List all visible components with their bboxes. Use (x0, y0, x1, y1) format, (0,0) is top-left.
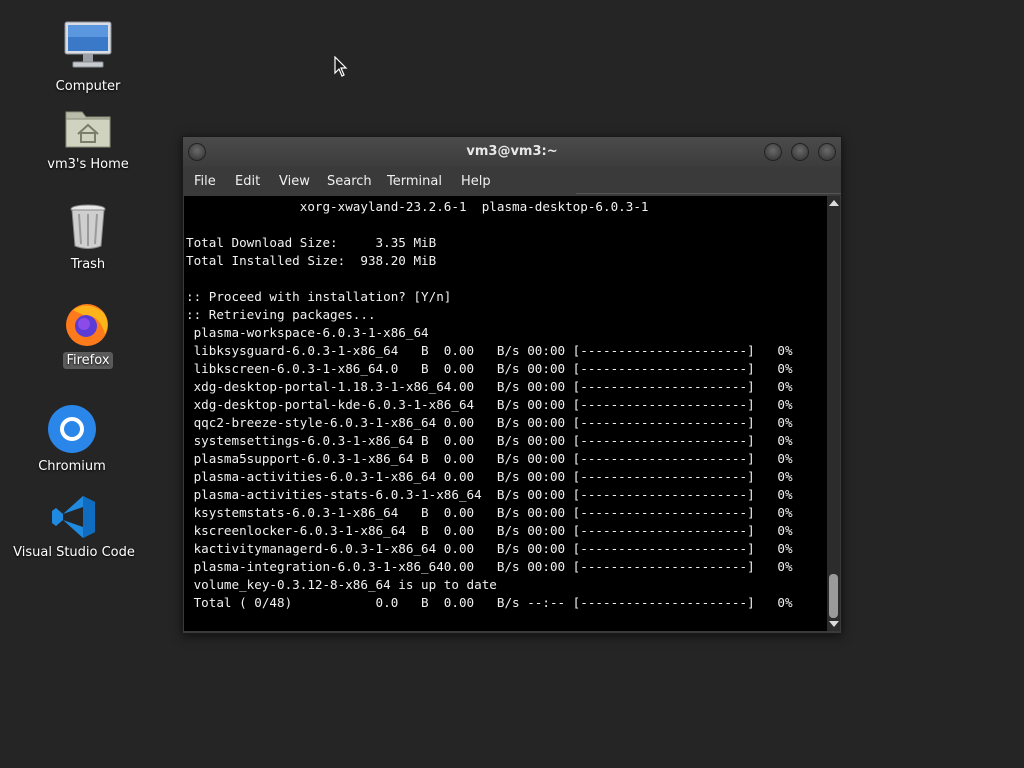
terminal-window[interactable]: vm3@vm3:~ File Edit View Search Terminal… (182, 136, 842, 634)
terminal-line: kactivitymanagerd-6.0.3-1-x86_64 0.00 B/… (186, 541, 793, 556)
terminal-line: plasma5support-6.0.3-1-x86_64 B 0.00 B/s… (186, 451, 793, 466)
desktop-icon-home[interactable]: vm3's Home (28, 102, 148, 173)
firefox-icon (66, 304, 108, 346)
desktop-icon-label: Chromium (38, 459, 106, 474)
desktop-icon-chromium[interactable]: Chromium (12, 404, 132, 475)
menu-view[interactable]: View (279, 174, 310, 189)
terminal-line: xdg-desktop-portal-1.18.3-1-x86_64.00 B/… (186, 379, 793, 394)
terminal-line: xorg-xwayland-23.2.6-1 plasma-desktop-6.… (186, 199, 649, 214)
terminal-line: :: Retrieving packages... (186, 307, 376, 322)
menu-file[interactable]: File (194, 174, 216, 189)
menu-terminal[interactable]: Terminal (387, 174, 442, 189)
scroll-up-arrow-icon[interactable] (829, 200, 839, 206)
terminal-line: ksystemstats-6.0.3-1-x86_64 B 0.00 B/s 0… (186, 505, 793, 520)
computer-icon (64, 21, 112, 68)
menu-edit[interactable]: Edit (235, 174, 260, 189)
close-button[interactable] (818, 143, 836, 161)
desktop-icon-label: Computer (55, 79, 121, 94)
terminal-line: Total ( 0/48) 0.0 B 0.00 B/s --:-- [----… (186, 595, 793, 610)
terminal-line: libksysguard-6.0.3-1-x86_64 B 0.00 B/s 0… (186, 343, 793, 358)
terminal-line: volume_key-0.3.12-8-x86_64 is up to date (186, 577, 497, 592)
desktop-icon-computer[interactable]: Computer (28, 20, 148, 95)
terminal-line: Total Download Size: 3.35 MiB (186, 235, 437, 250)
desktop-icon-firefox[interactable]: Firefox (28, 300, 148, 369)
mouse-pointer-icon (334, 56, 348, 77)
terminal-line: Total Installed Size: 938.20 MiB (186, 253, 437, 268)
menu-divider (576, 193, 841, 194)
vertical-scrollbar[interactable] (827, 196, 840, 631)
desktop-icon-label: Trash (70, 257, 106, 272)
desktop-icon-label: Firefox (63, 352, 113, 369)
home-folder-icon (65, 111, 111, 148)
terminal-line: kscreenlocker-6.0.3-1-x86_64 B 0.00 B/s … (186, 523, 793, 538)
terminal-line: plasma-integration-6.0.3-1-x86_640.00 B/… (186, 559, 793, 574)
window-titlebar[interactable]: vm3@vm3:~ (183, 137, 841, 167)
desktop-icon-trash[interactable]: Trash (28, 202, 148, 273)
minimize-button[interactable] (764, 143, 782, 161)
scroll-down-arrow-icon[interactable] (829, 621, 839, 627)
scrollbar-thumb[interactable] (829, 574, 838, 618)
desktop-icon-label: vm3's Home (47, 157, 129, 172)
menu-search[interactable]: Search (327, 174, 372, 189)
terminal-line: qqc2-breeze-style-6.0.3-1-x86_64 0.00 B/… (186, 415, 793, 430)
terminal-output[interactable]: xorg-xwayland-23.2.6-1 plasma-desktop-6.… (184, 196, 827, 631)
terminal-line: plasma-activities-6.0.3-1-x86_64 0.00 B/… (186, 469, 793, 484)
maximize-button[interactable] (791, 143, 809, 161)
terminal-line: xdg-desktop-portal-kde-6.0.3-1-x86_64 B/… (186, 397, 793, 412)
terminal-line: libkscreen-6.0.3-1-x86_64.0 B 0.00 B/s 0… (186, 361, 793, 376)
terminal-line: plasma-activities-stats-6.0.3-1-x86_64 B… (186, 487, 793, 502)
trash-icon (70, 204, 106, 249)
menu-bar: File Edit View Search Terminal Help (183, 167, 841, 195)
desktop-icon-label: Visual Studio Code (13, 545, 135, 560)
terminal-line: systemsettings-6.0.3-1-x86_64 B 0.00 B/s… (186, 433, 793, 448)
desktop-icon-vscode[interactable]: Visual Studio Code (13, 494, 135, 561)
window-title: vm3@vm3:~ (466, 144, 558, 159)
terminal-line: plasma-workspace-6.0.3-1-x86_64 (186, 325, 429, 340)
terminal-line: :: Proceed with installation? [Y/n] (186, 289, 452, 304)
chromium-icon (48, 405, 96, 453)
menu-help[interactable]: Help (461, 174, 491, 189)
vscode-icon (52, 496, 95, 538)
